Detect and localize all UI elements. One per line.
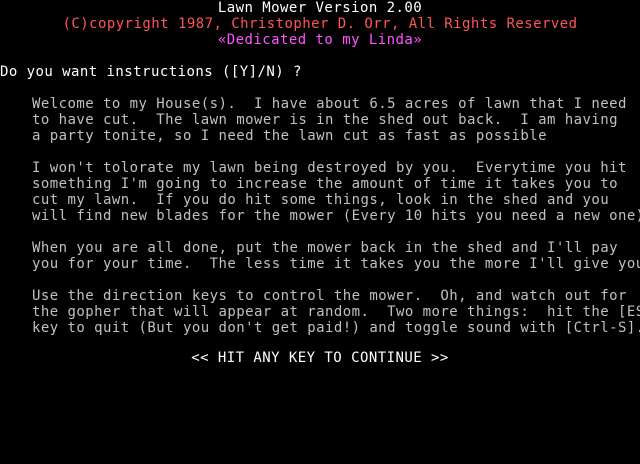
instructions-line: the gopher that will appear at random. T… (32, 304, 640, 320)
instructions-line: Welcome to my House(s). I have about 6.5… (32, 96, 627, 112)
instructions-line: to have cut. The lawn mower is in the sh… (32, 112, 618, 128)
instructions-line: something I'm going to increase the amou… (32, 176, 618, 192)
game-title: Lawn Mower Version 2.00 (217, 0, 423, 16)
instructions-question[interactable]: Do you want instructions ([Y]/N) ? (0, 64, 302, 80)
instructions-line: a party tonite, so I need the lawn cut a… (32, 128, 547, 144)
dos-screen: Lawn Mower Version 2.00 (C)copyright 198… (0, 0, 640, 400)
instructions-line: cut my lawn. If you do hit some things, … (32, 192, 610, 208)
copyright-notice: (C)copyright 1987, Christopher D. Orr, A… (62, 16, 578, 32)
instructions-line: you for your time. The less time it take… (32, 256, 640, 272)
continue-prompt[interactable]: << HIT ANY KEY TO CONTINUE >> (0, 350, 640, 366)
dedication-line: «Dedicated to my Linda» (217, 32, 423, 48)
instructions-line: key to quit (But you don't get paid!) an… (32, 320, 640, 336)
instructions-line: I won't tolorate my lawn being destroyed… (32, 160, 627, 176)
instructions-line: Use the direction keys to control the mo… (32, 288, 627, 304)
instructions-line: will find new blades for the mower (Ever… (32, 208, 640, 224)
instructions-line: When you are all done, put the mower bac… (32, 240, 618, 256)
